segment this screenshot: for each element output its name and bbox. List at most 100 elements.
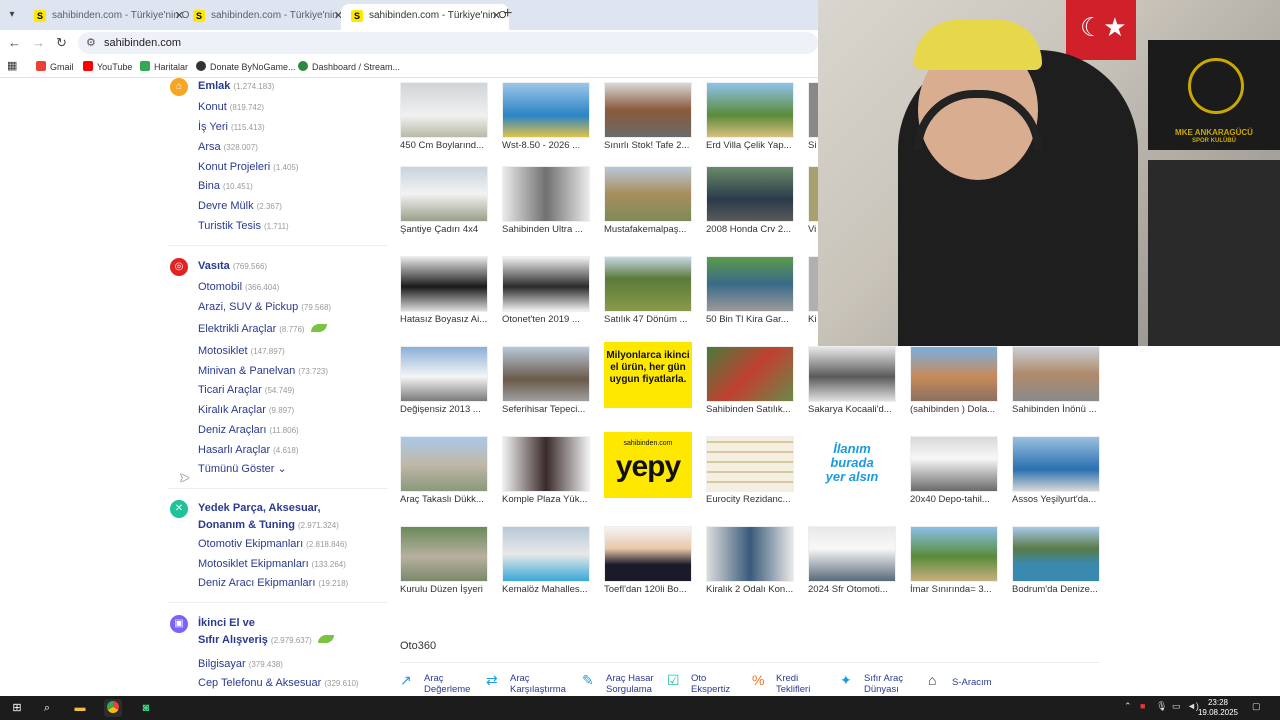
sub-category-item[interactable]: Arazi, SUV & Pickup (79.568): [198, 300, 331, 315]
listing-thumbnail: [400, 346, 488, 402]
sub-category-item[interactable]: İş Yeri (115.413): [198, 120, 265, 135]
notification-icon[interactable]: ▢: [1252, 701, 1261, 712]
address-input[interactable]: ⚙ sahibinden.com: [78, 32, 818, 54]
sub-category-item[interactable]: Elektrikli Araçlar (8.776): [198, 322, 327, 337]
sub-category-item[interactable]: Kiralık Araçlar (9.897): [198, 403, 294, 418]
listing-title: 2024 Sfr Otomoti...: [808, 584, 888, 595]
listing-card[interactable]: Wst-8.50 - 2026 ...: [500, 78, 592, 164]
listing-card[interactable]: Erd Villa Çelik Yap...: [704, 78, 796, 164]
listing-card[interactable]: 20x40 Depo-tahil...: [908, 432, 1000, 518]
listing-card[interactable]: Değişensiz 2013 ...: [398, 342, 490, 428]
listing-card[interactable]: Kiralık 2 Odalı Kon...: [704, 522, 796, 608]
site-info-icon[interactable]: ⚙: [86, 32, 96, 54]
new-tab-plus-icon[interactable]: +: [503, 6, 512, 22]
listing-card[interactable]: Eurocity Rezidanc...: [704, 432, 796, 518]
ad-banner-yepy[interactable]: sahibinden.com yepy: [602, 432, 694, 518]
sub-category-item[interactable]: Arsa (328.007): [198, 140, 258, 155]
listing-card[interactable]: Assos Yeşilyurt'da...: [1010, 432, 1102, 518]
listing-card[interactable]: Sahibinden İnönü ...: [1010, 342, 1102, 428]
sub-category-item[interactable]: Motosiklet (147.897): [198, 344, 285, 359]
listing-card[interactable]: Vi: [806, 162, 818, 248]
browser-tab[interactable]: S sahibinden.com - Türkiye'nin O ✕: [183, 4, 351, 30]
listing-card[interactable]: 50 Bin Tl Kira Gar...: [704, 252, 796, 338]
show-all-link[interactable]: Tümünü Göster ⌄: [198, 462, 287, 476]
sub-category-item[interactable]: Bina (10.451): [198, 179, 253, 194]
microphone-icon[interactable]: 🎙: [1156, 701, 1167, 712]
bookmark-dashboard[interactable]: Dashboard / Stream...: [298, 61, 400, 72]
browser-tab-active[interactable]: S sahibinden.com - Türkiye'nin O ✕: [341, 4, 509, 30]
listing-card[interactable]: 2024 Sfr Otomoti...: [806, 522, 898, 608]
taskbar-clock[interactable]: 23:28 19.08.2025: [1198, 698, 1238, 718]
sub-category-item[interactable]: Bilgisayar (379.438): [198, 657, 283, 672]
sub-category-item[interactable]: Minivan & Panelvan (73.723): [198, 364, 328, 379]
category-title: Vasıta (769.566): [198, 258, 267, 275]
listing-card[interactable]: Mustafakemalpaş...: [602, 162, 694, 248]
address-text: sahibinden.com: [104, 37, 182, 49]
listing-title: Sakarya Kocaali'd...: [808, 404, 892, 415]
sub-category-item[interactable]: Deniz Aracı Ekipmanları (19.218): [198, 576, 348, 591]
listing-card[interactable]: Si: [806, 78, 818, 164]
tray-chevron-icon[interactable]: ⌃: [1124, 701, 1132, 712]
app-icon[interactable]: ◙: [137, 699, 155, 717]
forward-arrow-icon[interactable]: →: [32, 35, 45, 51]
sub-category-item[interactable]: Deniz Araçları (11.806): [198, 423, 299, 438]
sub-category-count: (8.776): [279, 325, 305, 334]
listing-card[interactable]: Komple Plaza Yük...: [500, 432, 592, 518]
bookmark-youtube[interactable]: YouTube: [83, 61, 132, 72]
reload-icon[interactable]: ↻: [56, 35, 67, 51]
sub-category-item[interactable]: Ticari Araçlar (54.749): [198, 383, 295, 398]
listing-card[interactable]: Seferihisar Tepeci...: [500, 342, 592, 428]
listing-card[interactable]: Kemalöz Mahalles...: [500, 522, 592, 608]
listing-card[interactable]: Satılık 47 Dönüm ...: [602, 252, 694, 338]
sub-category-label: Kiralık Araçlar: [198, 404, 266, 416]
sub-category-item[interactable]: Otomobil (366.404): [198, 280, 279, 295]
search-icon[interactable]: ⌕: [38, 699, 56, 717]
back-arrow-icon[interactable]: ←: [8, 35, 21, 51]
close-tab-icon[interactable]: ✕: [492, 4, 501, 28]
tray-app-icon[interactable]: ■: [1140, 701, 1145, 711]
sub-category-item[interactable]: Konut Projeleri (1.405): [198, 160, 299, 175]
listing-card[interactable]: Araç Takaslı Dükk...: [398, 432, 490, 518]
chrome-icon[interactable]: [104, 699, 122, 717]
bookmark-gmail[interactable]: Gmail: [36, 61, 74, 72]
sub-category-count: (328.007): [223, 143, 258, 152]
listing-thumbnail: [910, 346, 998, 402]
listing-card[interactable]: İmar Sınırında= 3...: [908, 522, 1000, 608]
sub-category-item[interactable]: Cep Telefonu & Aksesuar (329.610): [198, 676, 359, 691]
sub-category-item[interactable]: Otomotiv Ekipmanları (2.818.846): [198, 537, 347, 552]
ad-banner-ilanim[interactable]: İlanım burada yer alsın: [806, 432, 898, 518]
windows-start-icon[interactable]: ⊞: [8, 699, 26, 717]
browser-tab[interactable]: S sahibinden.com - Türkiye'nin O ✕: [24, 4, 192, 30]
sub-category-item[interactable]: Hasarlı Araçlar (4.618): [198, 443, 299, 458]
sub-category-item[interactable]: Konut (819.742): [198, 100, 264, 115]
listing-card[interactable]: Sakarya Kocaali'd...: [806, 342, 898, 428]
divider: [168, 602, 388, 603]
tab-search-chevron-icon[interactable]: ▾: [4, 7, 20, 23]
sub-category-count: (79.568): [301, 303, 332, 312]
listing-card[interactable]: Kurulu Düzen İşyeri: [398, 522, 490, 608]
apps-grid-icon[interactable]: ▦: [7, 59, 17, 72]
bookmark-maps[interactable]: Haritalar: [140, 61, 188, 72]
listing-card[interactable]: (sahibinden ) Dola...: [908, 342, 1000, 428]
sub-category-item[interactable]: Turistik Tesis (1.711): [198, 219, 289, 234]
sub-category-item[interactable]: Devre Mülk (2.367): [198, 199, 282, 214]
listing-thumbnail: [604, 82, 692, 138]
ad-banner-milyonlarca[interactable]: Milyonlarca ikinci el ürün, her gün uygu…: [602, 342, 694, 428]
category-count: (1.274.183): [233, 82, 275, 91]
listing-card[interactable]: Otonet'ten 2019 ...: [500, 252, 592, 338]
listing-card[interactable]: Şantiye Çadırı 4x4: [398, 162, 490, 248]
sub-category-item[interactable]: Motosiklet Ekipmanları (133.264): [198, 557, 346, 572]
listing-card[interactable]: Bodrum'da Denize...: [1010, 522, 1102, 608]
sub-category-label: Arazi, SUV & Pickup: [198, 301, 299, 313]
listing-card[interactable]: 450 Cm Boylarınd...: [398, 78, 490, 164]
listing-card[interactable]: Toefl'dan 120li Bo...: [602, 522, 694, 608]
listing-card[interactable]: Sahibinden Satılık...: [704, 342, 796, 428]
listing-card[interactable]: 2008 Honda Crv 2...: [704, 162, 796, 248]
file-explorer-icon[interactable]: ▬: [71, 699, 89, 717]
listing-card[interactable]: Sınırlı Stok! Tafe 2...: [602, 78, 694, 164]
listing-card[interactable]: Sahibinden Ultra ...: [500, 162, 592, 248]
bookmark-donate[interactable]: Donate ByNoGame...: [196, 61, 296, 72]
listing-card[interactable]: Ki: [806, 252, 818, 338]
listing-card[interactable]: Hatasız Boyasız Ai...: [398, 252, 490, 338]
network-icon[interactable]: ▭: [1172, 701, 1181, 712]
